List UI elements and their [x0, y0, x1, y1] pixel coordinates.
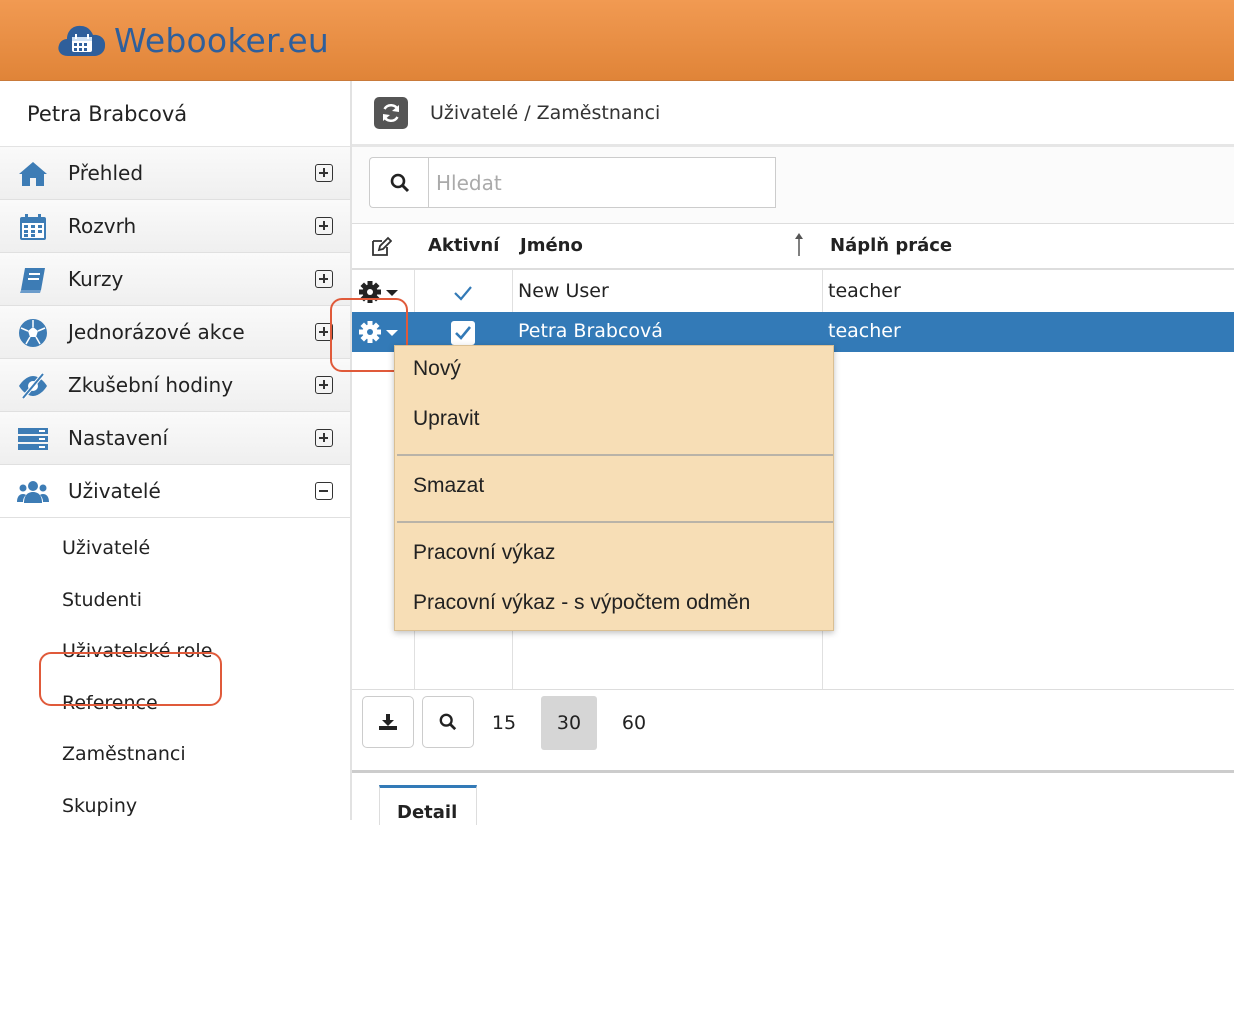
sidebar-subitem-skupiny[interactable]: Skupiny	[0, 776, 350, 828]
sidebar-item-label: Kurzy	[68, 267, 124, 291]
search-bar	[352, 147, 1234, 224]
table-header: Aktivní Jméno Náplň práce	[352, 224, 1234, 270]
sidebar-item-prehled[interactable]: Přehled	[0, 147, 350, 200]
sidebar-item-label: Rozvrh	[68, 214, 137, 238]
row-context-menu: Nový Upravit Smazat Pracovní výkaz Praco…	[394, 345, 834, 631]
menu-item-pracovni-vykaz[interactable]: Pracovní výkaz	[413, 541, 555, 565]
sidebar-item-kurzy[interactable]: Kurzy	[0, 253, 350, 306]
expand-icon[interactable]	[315, 376, 333, 394]
sidebar-item-jednorazove-akce[interactable]: Jednorázové akce	[0, 306, 350, 359]
download-icon	[379, 714, 397, 730]
menu-item-novy[interactable]: Nový	[413, 357, 461, 381]
sidebar-user-name[interactable]: Petra Brabcová	[0, 81, 350, 147]
collapse-icon[interactable]	[315, 482, 333, 500]
sidebar-item-label: Přehled	[68, 161, 144, 185]
sidebar-item-zkusebni-hodiny[interactable]: Zkušební hodiny	[0, 359, 350, 412]
highlight-outline-zamestnanci	[39, 652, 222, 706]
sidebar-subitem-studenti[interactable]: Studenti	[0, 570, 350, 622]
sidebar-item-label: Zkušební hodiny	[68, 373, 234, 397]
export-button[interactable]	[362, 696, 414, 748]
sidebar-item-rozvrh[interactable]: Rozvrh	[0, 200, 350, 253]
tab-detail[interactable]: Detail	[379, 785, 477, 825]
logo[interactable]: Webooker.eu	[56, 18, 329, 62]
column-header-aktivni[interactable]: Aktivní	[428, 235, 499, 256]
sidebar: Petra Brabcová Přehled Rozvrh Kurzy Jedn…	[0, 81, 352, 1018]
soccer-ball-icon	[19, 319, 47, 347]
cell-name: Petra Brabcová	[518, 320, 663, 342]
expand-icon[interactable]	[315, 270, 333, 288]
search-icon	[439, 713, 457, 731]
expand-icon[interactable]	[315, 164, 333, 182]
breadcrumb: Uživatelé / Zaměstnanci	[430, 101, 661, 124]
column-header-napln-prace[interactable]: Náplň práce	[830, 235, 952, 256]
calendar-icon	[20, 214, 46, 240]
cell-job: teacher	[828, 280, 901, 302]
users-icon	[17, 481, 49, 503]
sidebar-item-label: Nastavení	[68, 426, 169, 450]
table-row[interactable]: New User teacher	[352, 272, 1234, 312]
top-header: Webooker.eu	[0, 0, 1234, 81]
pager: 15 30 60	[352, 689, 1234, 769]
menu-item-pracovni-vykaz-odmeny[interactable]: Pracovní výkaz - s výpočtem odměn	[413, 591, 750, 615]
advanced-search-button[interactable]	[422, 696, 474, 748]
cell-name: New User	[518, 280, 609, 302]
logo-text: Webooker.eu	[114, 20, 330, 60]
search-button[interactable]	[369, 157, 429, 208]
home-icon	[19, 162, 47, 186]
breadcrumb-bar: Uživatelé / Zaměstnanci	[352, 81, 1234, 147]
search-icon	[390, 173, 409, 192]
cloud-calendar-icon	[58, 25, 106, 56]
sidebar-subitem-zamestnanci[interactable]: Zaměstnanci	[0, 724, 350, 776]
sidebar-submenu-uzivatele: Uživatelé Studenti Uživatelské role Refe…	[0, 518, 350, 1018]
sidebar-subitem-uzivatele[interactable]: Uživatelé	[0, 518, 350, 570]
refresh-button[interactable]	[374, 96, 408, 129]
book-icon	[20, 268, 45, 293]
sidebar-item-label: Uživatelé	[68, 479, 161, 503]
page-size-30[interactable]: 30	[541, 696, 597, 750]
search-input[interactable]	[428, 157, 776, 208]
sidebar-item-uzivatele[interactable]: Uživatelé	[0, 465, 350, 518]
expand-icon[interactable]	[315, 217, 333, 235]
server-icon	[18, 428, 48, 450]
menu-divider	[397, 454, 833, 456]
refresh-icon	[382, 103, 400, 122]
column-header-jmeno[interactable]: Jméno	[520, 235, 583, 256]
detail-panel: Detail	[352, 770, 1234, 825]
cell-job: teacher	[828, 320, 901, 342]
menu-item-upravit[interactable]: Upravit	[413, 407, 480, 431]
eye-slash-icon	[19, 372, 47, 400]
sidebar-item-nastaveni[interactable]: Nastavení	[0, 412, 350, 465]
expand-icon[interactable]	[315, 429, 333, 447]
sidebar-item-label: Jednorázové akce	[68, 320, 245, 344]
edit-icon[interactable]	[370, 236, 392, 258]
active-checkmark-icon	[454, 286, 472, 301]
active-checkbox-icon[interactable]	[450, 320, 476, 346]
sort-ascending-icon[interactable]	[793, 232, 805, 258]
menu-divider	[397, 521, 833, 523]
menu-item-smazat[interactable]: Smazat	[413, 474, 484, 498]
page-size-60[interactable]: 60	[606, 696, 662, 750]
page-size-15[interactable]: 15	[476, 696, 532, 750]
